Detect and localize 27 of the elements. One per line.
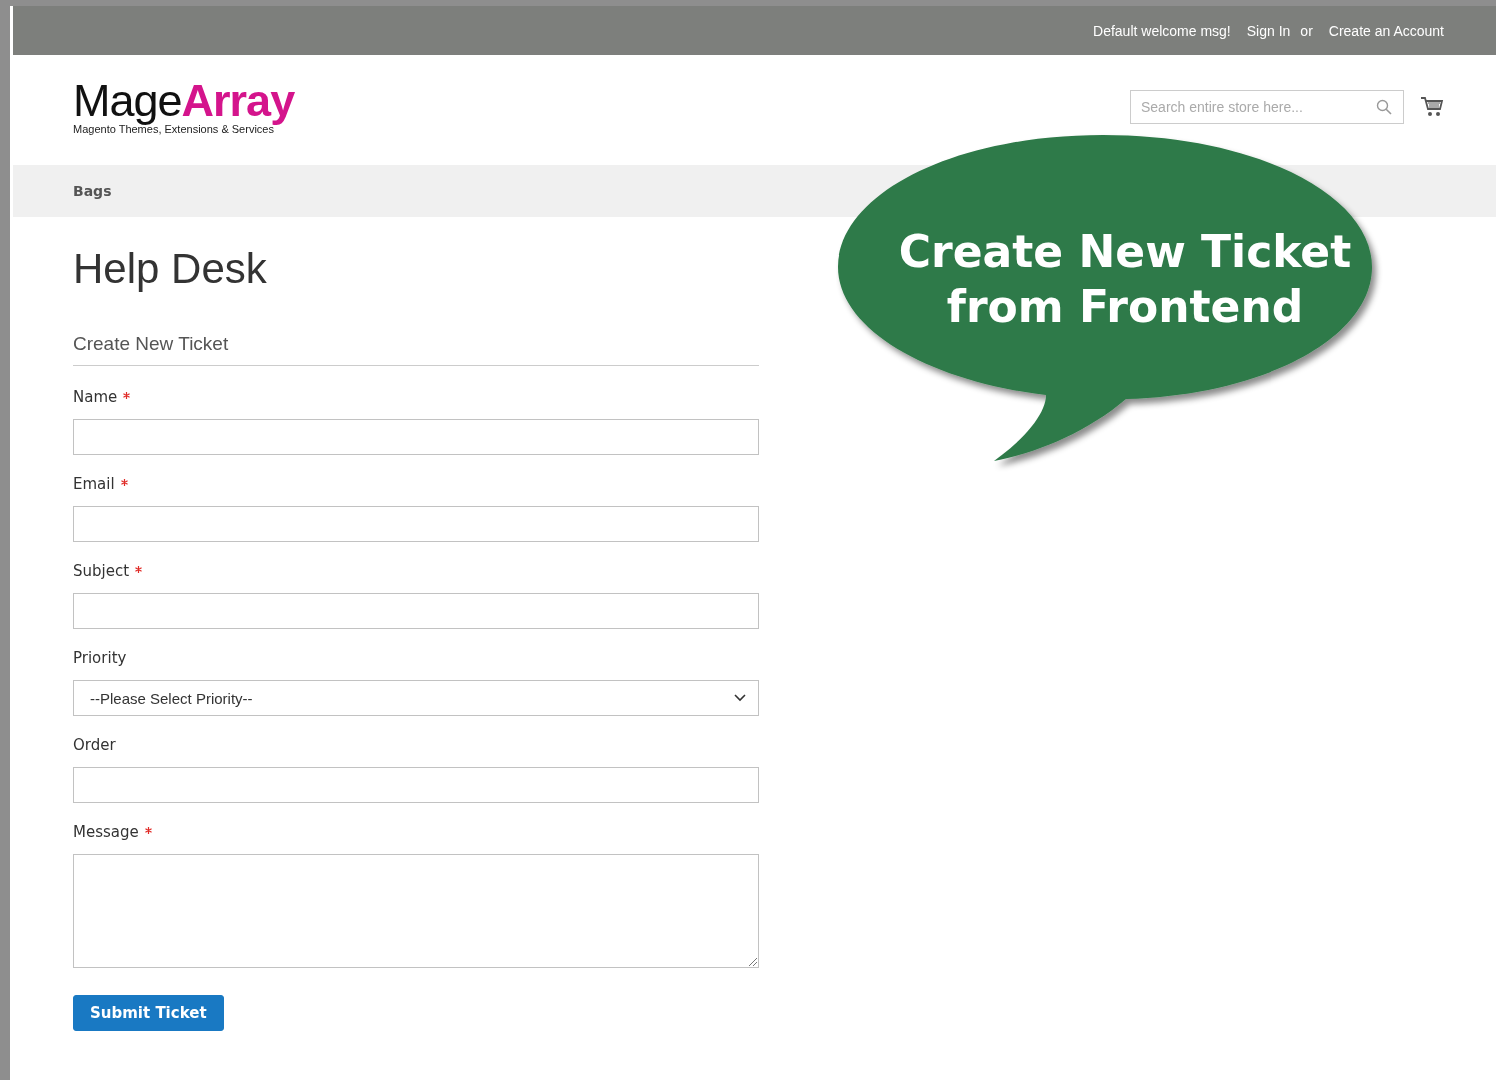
create-account-link[interactable]: Create an Account	[1328, 22, 1444, 39]
submit-ticket-button[interactable]: Submit Ticket	[73, 995, 224, 1031]
message-field[interactable]	[73, 854, 759, 968]
form-title: Create New Ticket	[73, 333, 230, 355]
field-label: Order	[73, 736, 116, 754]
search-icon[interactable]	[1376, 99, 1392, 115]
field-label: Email	[73, 475, 115, 493]
page-title: Help Desk	[73, 245, 268, 293]
field-label: Subject	[73, 562, 130, 580]
field-label: Name	[73, 388, 118, 406]
cart-icon[interactable]	[1420, 96, 1444, 118]
logo[interactable]: MageArray Magento Themes, Extensions & Services	[73, 79, 295, 135]
resize-grip-icon[interactable]	[748, 957, 757, 966]
text-field[interactable]	[73, 593, 759, 629]
field-label: Priority	[73, 649, 127, 667]
or-text: or	[1300, 22, 1313, 39]
welcome-message: Default welcome msg!	[1093, 22, 1231, 39]
field-label: Message	[73, 823, 139, 841]
callout-text: Create New Ticket from Frontend	[897, 225, 1353, 334]
chevron-down-icon	[734, 694, 746, 702]
search-field[interactable]: Search entire store here...	[1130, 90, 1404, 124]
text-field[interactable]	[73, 767, 759, 803]
text-field[interactable]	[73, 419, 759, 455]
sign-in-link[interactable]: Sign In	[1246, 22, 1291, 39]
priority-dropdown[interactable]: --Please Select Priority--	[73, 680, 759, 716]
text-field[interactable]	[73, 506, 759, 542]
nav-link[interactable]: Bags	[73, 183, 112, 199]
